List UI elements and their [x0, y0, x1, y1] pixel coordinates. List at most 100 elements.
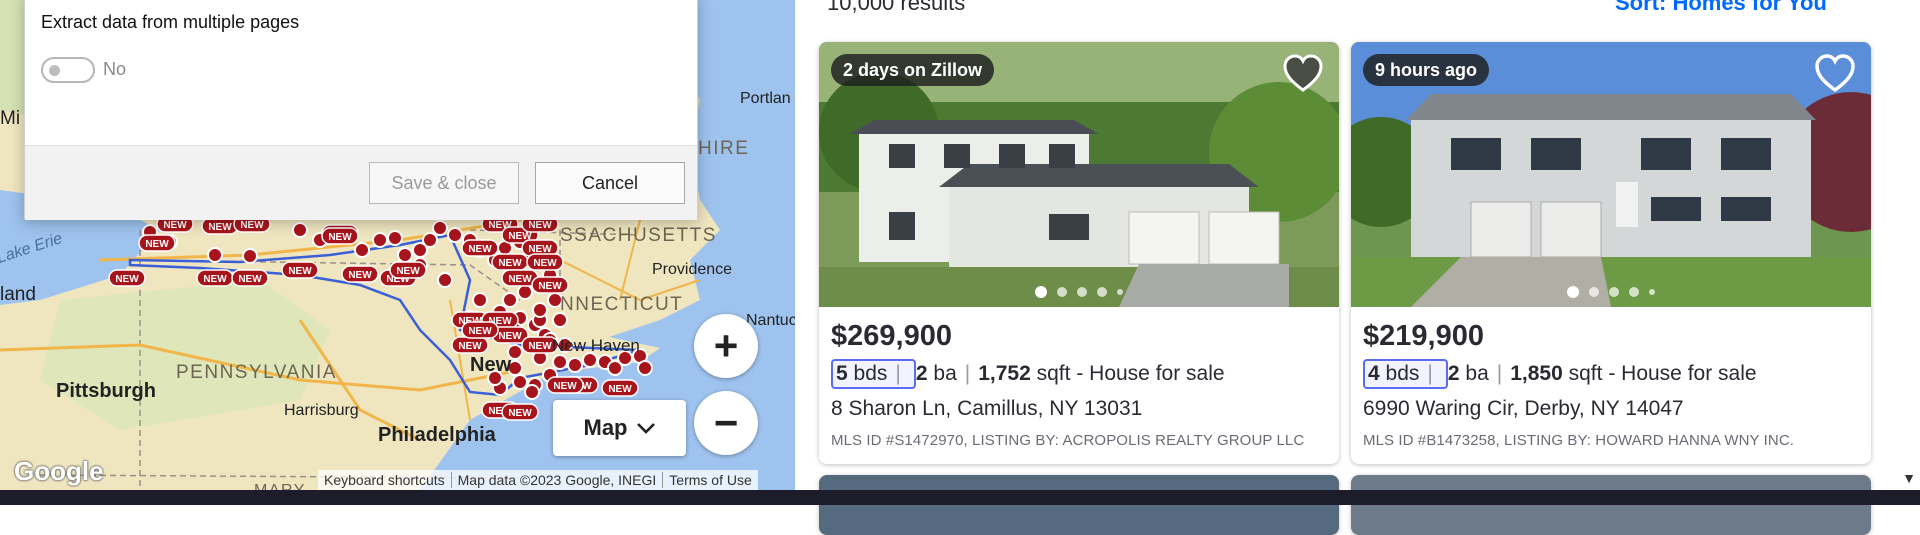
map-label-portland: Portlan — [740, 90, 791, 107]
listing-mls: MLS ID #B1473258, LISTING BY: HOWARD HAN… — [1363, 432, 1795, 449]
sqft-value: 1,752 — [978, 362, 1031, 385]
map[interactable]: NEW NEW NEW NEW NEW NEW NEW NEW NEW NEW NEW NEW NEW N… — [0, 0, 795, 490]
listing-marker[interactable] — [207, 247, 223, 263]
map-label-new-haven: New Haven — [552, 336, 640, 355]
listing-marker[interactable] — [472, 292, 488, 308]
beds-unit: bds — [1385, 362, 1420, 385]
new-listing-marker[interactable]: NEW — [461, 239, 499, 257]
listing-address[interactable]: 6990 Waring Cir, Derby, NY 14047 — [1363, 397, 1684, 421]
listing-marker[interactable] — [637, 360, 653, 376]
listing-marker[interactable] — [422, 232, 438, 248]
new-listing-marker[interactable]: NEW — [341, 265, 379, 283]
new-listing-marker[interactable]: NEW — [526, 253, 564, 271]
map-type-dropdown[interactable]: Map — [553, 400, 686, 456]
map-label-philadelphia: Philadelphia — [378, 424, 496, 446]
listing-marker[interactable] — [437, 272, 453, 288]
beds-highlight: 5 bds | — [831, 359, 916, 389]
svg-text:NEW: NEW — [288, 266, 312, 277]
new-listing-marker[interactable]: NEW — [601, 379, 639, 397]
beds-highlight: 4 bds | — [1363, 359, 1448, 389]
new-listing-marker[interactable]: NEW — [461, 321, 499, 339]
map-label-harrisburg: Harrisburg — [284, 402, 359, 419]
zoom-in-button[interactable]: + — [694, 314, 758, 378]
results-count: 10,000 results — [827, 0, 966, 15]
listing-card[interactable]: 2 days on Zillow $269,900 5 bds | 2 ba | … — [819, 42, 1339, 464]
listing-photo[interactable]: 2 days on Zillow — [819, 42, 1339, 307]
map-label-pennsylvania: PENNSYLVANIA — [176, 362, 337, 383]
sort-dropdown[interactable]: Sort: Homes for You — [1615, 0, 1827, 16]
plus-icon: + — [713, 322, 739, 369]
dialog-footer: Save & close Cancel — [25, 145, 697, 220]
listing-marker[interactable] — [567, 357, 583, 373]
listing-card-partial[interactable] — [1351, 475, 1871, 535]
zoom-out-button[interactable]: − — [694, 391, 758, 455]
map-label-mary: MARY — [254, 482, 306, 490]
photo-carousel-dots[interactable] — [1351, 286, 1871, 298]
beds-unit: bds — [853, 362, 888, 385]
map-label-massachusetts: SSACHUSETTS — [560, 225, 717, 246]
save-close-button[interactable]: Save & close — [369, 162, 519, 204]
save-heart-icon[interactable] — [1281, 52, 1325, 96]
listing-marker[interactable] — [372, 232, 388, 248]
new-listing-marker[interactable]: NEW — [201, 217, 239, 235]
new-listing-marker[interactable]: NEW — [108, 269, 146, 287]
new-listing-marker[interactable]: NEW — [231, 269, 269, 287]
listing-marker[interactable] — [242, 248, 258, 264]
new-listing-marker[interactable]: NEW — [281, 261, 319, 279]
map-attribution: Keyboard shortcuts Map data ©2023 Google… — [318, 470, 758, 490]
svg-text:NEW: NEW — [203, 274, 227, 285]
listing-marker[interactable] — [552, 354, 568, 370]
new-listing-marker[interactable]: NEW — [389, 261, 427, 279]
listing-marker[interactable] — [447, 227, 463, 243]
beds-value: 5 — [836, 362, 848, 385]
listing-badge: 9 hours ago — [1363, 54, 1490, 86]
new-listing-marker[interactable]: NEW — [196, 269, 234, 287]
listing-marker[interactable] — [524, 384, 540, 400]
baths-unit: ba — [933, 362, 957, 385]
cancel-button[interactable]: Cancel — [535, 162, 685, 204]
listing-type: - House for sale — [1608, 362, 1757, 385]
keyboard-shortcuts-link[interactable]: Keyboard shortcuts — [318, 472, 452, 488]
new-listing-marker[interactable]: NEW — [321, 227, 359, 245]
listing-marker[interactable] — [512, 374, 528, 390]
listing-marker[interactable] — [387, 230, 403, 246]
listing-marker[interactable] — [532, 302, 548, 318]
minus-icon: − — [713, 399, 739, 446]
new-listing-marker[interactable]: NEW — [546, 376, 584, 394]
listing-card[interactable]: 9 hours ago $219,900 4 bds | 2 ba | 1,850… — [1351, 42, 1871, 464]
save-heart-icon[interactable] — [1813, 52, 1857, 96]
listing-marker[interactable] — [397, 247, 413, 263]
listing-marker[interactable] — [502, 292, 518, 308]
dialog-title: Extract data from multiple pages — [41, 12, 300, 32]
terms-of-use-link[interactable]: Terms of Use — [663, 472, 757, 488]
scroll-down-icon[interactable]: ▼ — [1902, 470, 1916, 486]
svg-text:NEW: NEW — [553, 381, 577, 392]
map-label-pittsburgh: Pittsburgh — [56, 380, 156, 402]
map-label-new-york: New — [470, 354, 512, 376]
listing-price: $219,900 — [1363, 320, 1484, 352]
sqft-unit: sqft — [1036, 362, 1071, 385]
listing-marker[interactable] — [292, 222, 308, 238]
new-listing-marker[interactable]: NEW — [138, 234, 176, 252]
listing-photo[interactable]: 9 hours ago — [1351, 42, 1871, 307]
listing-card-partial[interactable] — [819, 475, 1339, 535]
new-listing-marker[interactable]: NEW — [491, 253, 529, 271]
svg-text:NEW: NEW — [468, 244, 492, 255]
listing-marker[interactable] — [432, 220, 448, 236]
new-listing-marker[interactable]: NEW — [501, 403, 539, 421]
svg-text:NEW: NEW — [538, 281, 562, 292]
baths-unit: ba — [1465, 362, 1489, 385]
svg-text:NEW: NEW — [498, 331, 522, 342]
listing-address[interactable]: 8 Sharon Ln, Camillus, NY 13031 — [831, 397, 1142, 421]
listing-marker[interactable] — [354, 242, 370, 258]
svg-text:NEW: NEW — [145, 239, 169, 250]
map-label-connecticut: NNECTICUT — [560, 294, 684, 315]
listing-marker[interactable] — [517, 284, 533, 300]
new-listing-marker[interactable]: NEW — [531, 276, 569, 294]
new-listing-marker[interactable]: NEW — [451, 336, 489, 354]
multi-page-toggle[interactable] — [41, 57, 95, 83]
photo-carousel-dots[interactable] — [819, 286, 1339, 298]
svg-text:NEW: NEW — [163, 220, 187, 231]
results-pane[interactable]: 10,000 results Sort: Homes for You 2 day… — [795, 0, 1920, 535]
svg-text:NEW: NEW — [468, 326, 492, 337]
